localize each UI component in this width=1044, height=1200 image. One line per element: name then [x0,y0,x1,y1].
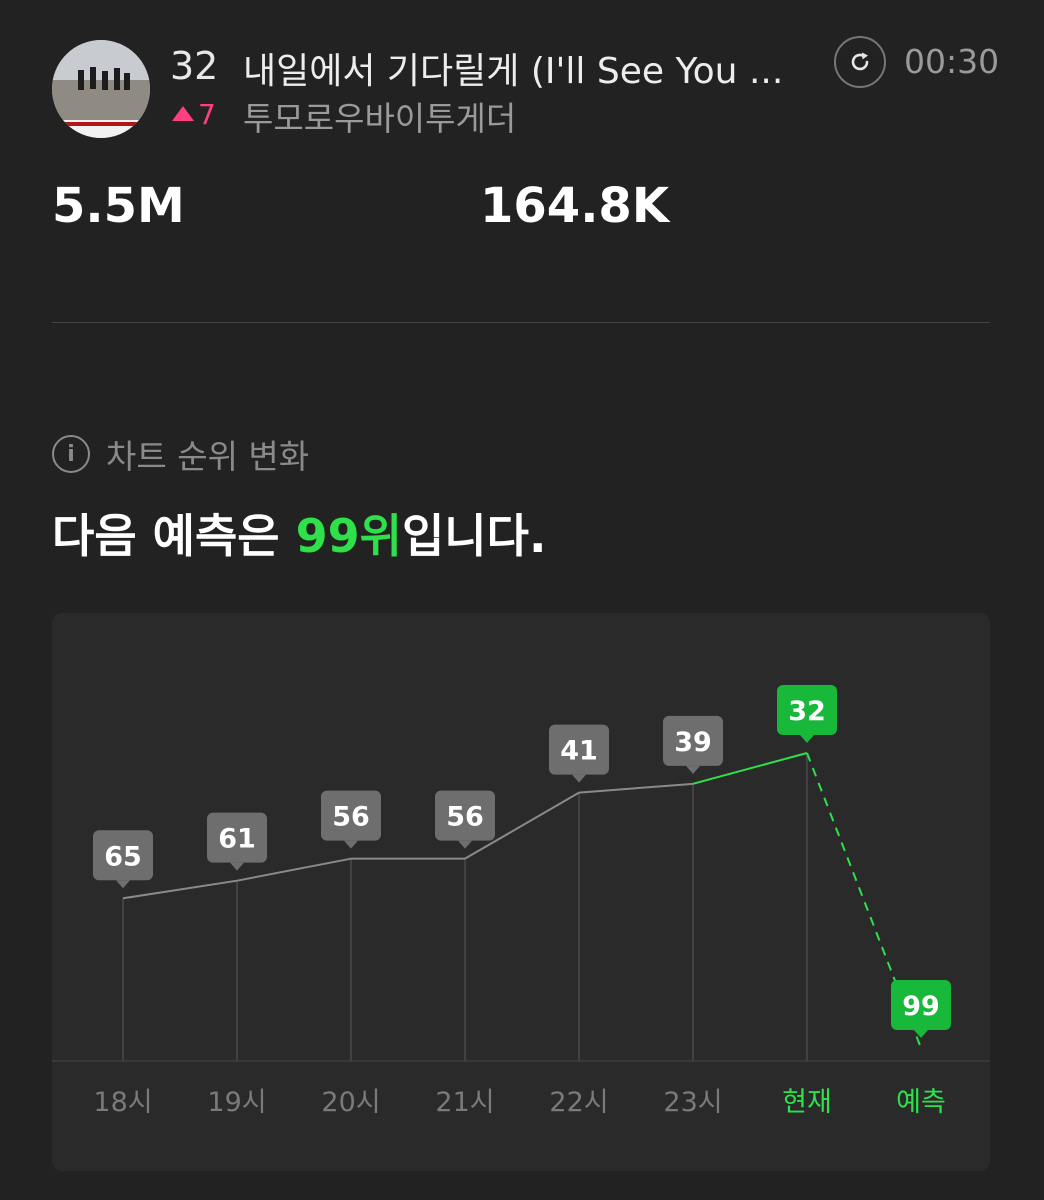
refresh-button[interactable] [834,36,886,88]
rank-label: 65 [104,841,142,872]
rank-bubble: 41 [549,724,609,783]
x-tick-label: 예측 [896,1087,946,1118]
rank-label: 41 [560,736,598,767]
x-tick-label: 23시 [663,1087,722,1118]
rank-bubble-pointer [800,735,814,743]
rank-label: 39 [674,727,712,758]
rank-bubble: 65 [93,830,153,889]
rank-label: 61 [218,824,256,855]
rank-label: 56 [446,802,484,833]
rank-label: 56 [332,802,370,833]
refresh-icon [851,52,869,71]
rank-bubble: 32 [777,685,837,743]
stat-value-2: 164.8K [480,178,670,234]
rank-change: 7 [172,98,216,131]
x-tick-label: 21시 [435,1087,494,1118]
divider [52,322,990,323]
info-icon[interactable]: i [52,435,90,473]
x-tick-label: 22시 [549,1087,608,1118]
series-line-segment [122,879,238,900]
rank-bubble: 56 [321,790,381,849]
rank-bubble: 39 [663,715,723,774]
rank-bubble-pointer [686,765,700,774]
album-art[interactable] [52,40,150,138]
update-time: 00:30 [904,42,1000,81]
chart-rank: 32 [170,44,219,88]
rank-bubble-pointer [230,862,244,871]
x-tick-label: 18시 [93,1087,152,1118]
rank-bubble: 56 [435,790,495,849]
rank-label: 32 [788,696,826,727]
rank-bubble-pointer [344,840,358,849]
rank-chart: 65 61 56 56 41 39 32 99 18시 19시 20시 21시 22시 23시 현재 예측 [52,685,990,1118]
artist-name[interactable]: 투모로우바이투게더 [243,92,516,140]
headline-highlight: 99위 [295,509,402,563]
rank-bubble-pointer [458,840,472,849]
headline-prefix: 다음 예측은 [52,509,296,563]
rank-bubble: 99 [891,980,951,1038]
stat-value-1: 5.5M [52,178,185,234]
rank-bubble-pointer [116,880,130,889]
section-label: 차트 순위 변화 [106,437,310,476]
series-line-segment [578,782,694,794]
prediction-headline: 다음 예측은 99위입니다. [52,500,546,566]
rank-up-icon [172,106,194,121]
song-title[interactable]: 내일에서 기다릴게 (I'll See You ... [243,42,803,94]
rank-change-value: 7 [198,98,216,131]
x-tick-label: 19시 [207,1087,266,1118]
headline-suffix: 입니다. [401,509,547,563]
chart-change-header: i 차트 순위 변화 [52,432,309,476]
rank-chart-panel: 65 61 56 56 41 39 32 99 18시 19시 20시 21시 22시 23시 현재 예측 [52,613,990,1171]
x-tick-label: 20시 [321,1087,380,1118]
rank-bubble-pointer [572,774,586,783]
x-tick-label: 현재 [782,1087,832,1118]
rank-bubble: 61 [207,812,267,871]
rank-label: 99 [902,991,940,1022]
